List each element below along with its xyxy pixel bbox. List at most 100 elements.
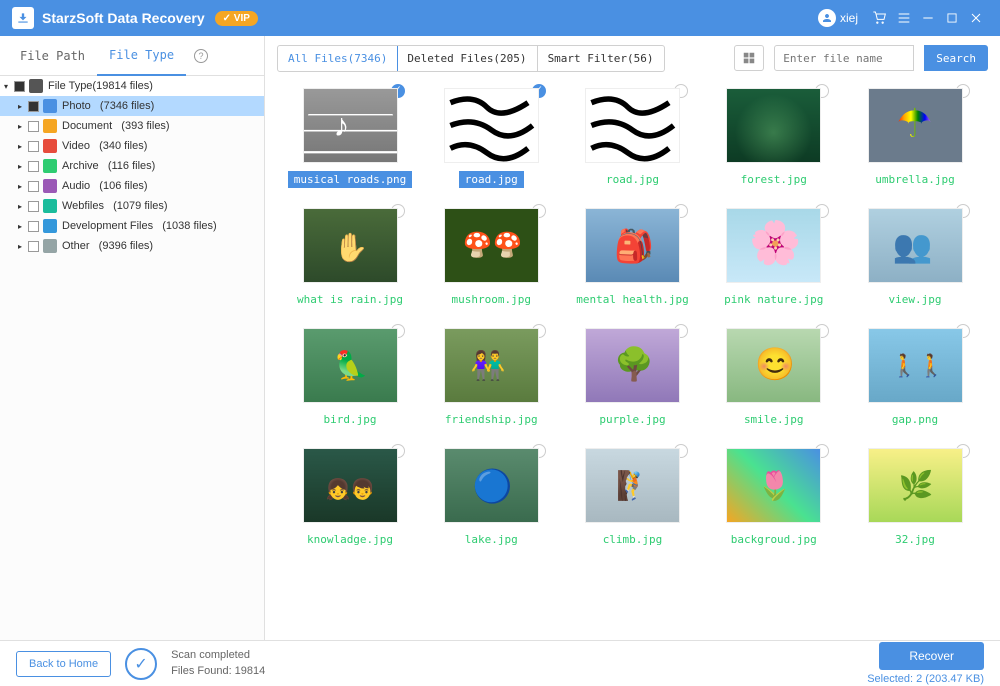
expand-icon[interactable]: ▸ xyxy=(18,142,28,151)
thumbnail-cell[interactable]: purple.jpg xyxy=(568,328,698,428)
username: xiej xyxy=(840,11,858,25)
thumbnail[interactable] xyxy=(868,208,963,283)
tree-item[interactable]: ▸ Document (393 files) xyxy=(0,116,264,136)
tree-item-label: Document (393 files) xyxy=(62,120,170,132)
expand-icon[interactable]: ▸ xyxy=(18,202,28,211)
thumbnail[interactable] xyxy=(726,88,821,163)
tree-item-label: Photo (7346 files) xyxy=(62,100,154,112)
thumbnail[interactable] xyxy=(303,88,398,163)
close-icon[interactable] xyxy=(964,6,988,30)
thumbnail[interactable] xyxy=(585,208,680,283)
type-icon xyxy=(43,119,57,133)
thumbnail-cell[interactable]: knowladge.jpg xyxy=(285,448,415,548)
thumbnail-cell[interactable]: 32.jpg xyxy=(850,448,980,548)
tree-item[interactable]: ▸ Audio (106 files) xyxy=(0,176,264,196)
thumbnail[interactable] xyxy=(585,448,680,523)
thumbnail[interactable] xyxy=(726,208,821,283)
thumbnail-cell[interactable]: backgroud.jpg xyxy=(709,448,839,548)
type-icon xyxy=(43,199,57,213)
filter-smart[interactable]: Smart Filter(56) xyxy=(538,46,664,71)
thumbnail-cell[interactable]: climb.jpg xyxy=(568,448,698,548)
thumbnail-cell[interactable]: forest.jpg xyxy=(709,88,839,188)
help-icon[interactable]: ? xyxy=(194,49,208,63)
thumbnail[interactable] xyxy=(726,448,821,523)
thumbnail-cell[interactable]: smile.jpg xyxy=(709,328,839,428)
checkbox[interactable] xyxy=(28,141,39,152)
checkbox[interactable] xyxy=(28,201,39,212)
thumbnail[interactable] xyxy=(585,88,680,163)
type-icon xyxy=(43,159,57,173)
thumbnail[interactable] xyxy=(444,448,539,523)
checkbox[interactable] xyxy=(28,221,39,232)
thumbnail-cell[interactable]: what is rain.jpg xyxy=(285,208,415,308)
tree-root[interactable]: ▾ File Type(19814 files) xyxy=(0,76,264,96)
tab-file-type[interactable]: File Type xyxy=(97,36,186,76)
expand-icon[interactable]: ▸ xyxy=(18,242,28,251)
tree-item-label: Other (9396 files) xyxy=(62,240,153,252)
thumbnail-cell[interactable]: friendship.jpg xyxy=(426,328,556,428)
tree-item[interactable]: ▸ Photo (7346 files) xyxy=(0,96,264,116)
tree-item[interactable]: ▸ Archive (116 files) xyxy=(0,156,264,176)
tree-item[interactable]: ▸ Video (340 files) xyxy=(0,136,264,156)
expand-icon[interactable]: ▸ xyxy=(18,122,28,131)
tree-item[interactable]: ▸ Other (9396 files) xyxy=(0,236,264,256)
thumbnail-cell[interactable]: musical roads.png xyxy=(285,88,415,188)
thumbnail-cell[interactable]: pink nature.jpg xyxy=(709,208,839,308)
expand-icon[interactable]: ▸ xyxy=(18,222,28,231)
checkbox[interactable] xyxy=(28,241,39,252)
thumbnail-label: pink nature.jpg xyxy=(718,291,829,308)
minimize-icon[interactable] xyxy=(916,6,940,30)
thumbnail[interactable] xyxy=(303,208,398,283)
thumbnail-label: what is rain.jpg xyxy=(291,291,409,308)
expand-icon[interactable]: ▸ xyxy=(18,182,28,191)
view-switch-icon[interactable] xyxy=(734,45,764,71)
search-button[interactable]: Search xyxy=(924,45,988,71)
thumbnail-cell[interactable]: mushroom.jpg xyxy=(426,208,556,308)
thumbnail-label: road.jpg xyxy=(600,171,665,188)
thumbnail[interactable] xyxy=(444,88,539,163)
thumbnail[interactable] xyxy=(444,208,539,283)
back-button[interactable]: Back to Home xyxy=(16,651,111,677)
thumbnail-cell[interactable]: view.jpg xyxy=(850,208,980,308)
thumbnail[interactable] xyxy=(444,328,539,403)
filter-all[interactable]: All Files(7346) xyxy=(277,45,398,72)
expand-icon[interactable]: ▸ xyxy=(18,162,28,171)
thumbnail-label: mental health.jpg xyxy=(570,291,695,308)
checkbox[interactable] xyxy=(28,121,39,132)
tab-file-path[interactable]: File Path xyxy=(8,36,97,76)
checkbox[interactable] xyxy=(14,81,25,92)
thumbnail-cell[interactable]: bird.jpg xyxy=(285,328,415,428)
tree-item[interactable]: ▸ Development Files (1038 files) xyxy=(0,216,264,236)
maximize-icon[interactable] xyxy=(940,6,964,30)
thumbnail[interactable] xyxy=(868,88,963,163)
menu-icon[interactable] xyxy=(892,6,916,30)
checkbox[interactable] xyxy=(28,181,39,192)
expand-icon[interactable]: ▸ xyxy=(18,102,28,111)
thumbnail[interactable] xyxy=(303,448,398,523)
app-title: StarzSoft Data Recovery xyxy=(42,10,205,26)
thumbnail[interactable] xyxy=(868,328,963,403)
checkbox[interactable] xyxy=(28,161,39,172)
thumbnail-cell[interactable]: lake.jpg xyxy=(426,448,556,548)
app-logo xyxy=(12,7,34,29)
checkbox[interactable] xyxy=(28,101,39,112)
search-input[interactable] xyxy=(774,45,914,71)
filter-deleted[interactable]: Deleted Files(205) xyxy=(397,46,537,71)
user-area[interactable]: xiej xyxy=(818,9,858,27)
footer: Back to Home ✓ Scan completed Files Foun… xyxy=(0,640,1000,686)
thumbnail[interactable] xyxy=(726,328,821,403)
thumbnail-label: gap.png xyxy=(886,411,944,428)
thumbnail-cell[interactable]: road.jpg xyxy=(426,88,556,188)
thumbnail-cell[interactable]: mental health.jpg xyxy=(568,208,698,308)
thumbnail-cell[interactable]: road.jpg xyxy=(568,88,698,188)
thumbnail-cell[interactable]: gap.png xyxy=(850,328,980,428)
collapse-icon[interactable]: ▾ xyxy=(4,82,14,91)
thumbnail[interactable] xyxy=(303,328,398,403)
cart-icon[interactable] xyxy=(868,6,892,30)
recover-button[interactable]: Recover xyxy=(879,642,984,670)
tree-item-label: Audio (106 files) xyxy=(62,180,148,192)
thumbnail[interactable] xyxy=(868,448,963,523)
tree-item[interactable]: ▸ Webfiles (1079 files) xyxy=(0,196,264,216)
thumbnail-cell[interactable]: umbrella.jpg xyxy=(850,88,980,188)
thumbnail[interactable] xyxy=(585,328,680,403)
